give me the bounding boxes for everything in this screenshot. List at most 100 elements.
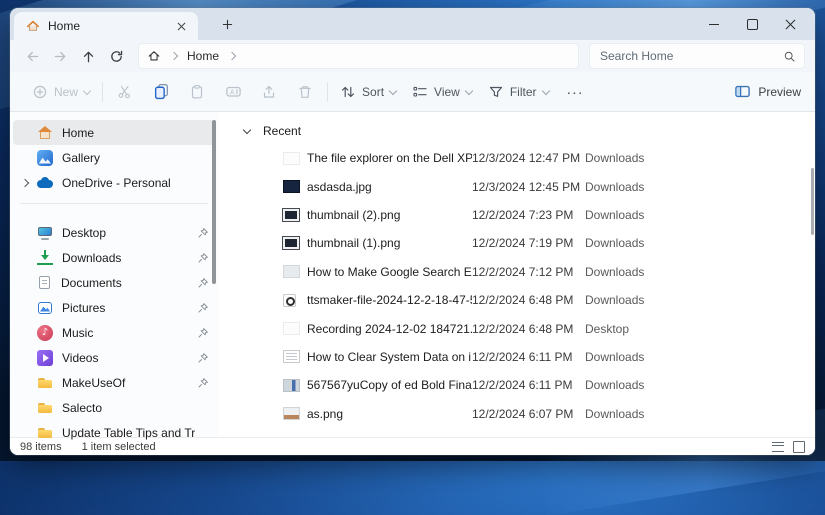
copy-button[interactable] bbox=[143, 77, 179, 107]
sort-button[interactable]: Sort bbox=[332, 77, 404, 107]
file-location[interactable]: Downloads bbox=[585, 265, 815, 279]
file-row[interactable]: thumbnail (1).png 12/2/2024 7:19 PM Down… bbox=[218, 229, 815, 257]
videos-icon bbox=[37, 350, 53, 366]
file-name[interactable]: thumbnail (1).png bbox=[307, 236, 472, 250]
sidebar-divider bbox=[20, 203, 208, 204]
rename-button[interactable]: A bbox=[215, 77, 251, 107]
recent-group-header[interactable]: Recent bbox=[218, 112, 815, 140]
maximize-button[interactable] bbox=[733, 10, 771, 38]
search-icon[interactable] bbox=[783, 50, 796, 63]
sidebar-item-home[interactable]: Home bbox=[13, 120, 215, 145]
more-options-button[interactable]: ··· bbox=[557, 84, 594, 100]
file-name[interactable]: The file explorer on the Dell XPS 1... bbox=[307, 151, 472, 165]
file-name[interactable]: ttsmaker-file-2024-12-2-18-47-55... bbox=[307, 293, 472, 307]
details-view-icon[interactable] bbox=[772, 442, 784, 452]
minimize-button[interactable] bbox=[695, 10, 733, 38]
file-location[interactable]: Downloads bbox=[585, 350, 815, 364]
file-row[interactable]: Recording 2024-12-02 184721.mp4 12/2/202… bbox=[218, 314, 815, 342]
cut-button[interactable] bbox=[107, 77, 143, 107]
sidebar-item-videos[interactable]: Videos bbox=[13, 345, 215, 370]
tab-close-icon[interactable] bbox=[172, 17, 190, 35]
tab-home[interactable]: Home bbox=[14, 12, 198, 40]
up-button[interactable] bbox=[74, 43, 102, 69]
file-row[interactable]: thumbnail (2).png 12/2/2024 7:23 PM Down… bbox=[218, 201, 815, 229]
file-name[interactable]: 567567yuCopy of ed Bold Financ... bbox=[307, 378, 472, 392]
breadcrumb-chevron-icon[interactable] bbox=[228, 52, 236, 60]
file-date: 12/2/2024 7:12 PM bbox=[472, 265, 585, 279]
sidebar-item-onedrive-personal[interactable]: OneDrive - Personal bbox=[13, 170, 215, 195]
sidebar-item-makeuseof[interactable]: MakeUseOf bbox=[13, 370, 215, 395]
preview-panel-icon bbox=[734, 83, 751, 100]
file-name[interactable]: thumbnail (2).png bbox=[307, 208, 472, 222]
large-icons-view-icon[interactable] bbox=[793, 441, 805, 453]
expand-chevron-icon[interactable] bbox=[13, 180, 37, 186]
sidebar-item-pictures[interactable]: Pictures bbox=[13, 295, 215, 320]
collapse-chevron-icon[interactable] bbox=[243, 126, 251, 134]
view-button[interactable]: View bbox=[404, 77, 480, 107]
address-bar[interactable]: Home bbox=[138, 43, 579, 69]
file-location[interactable]: Downloads bbox=[585, 151, 815, 165]
back-button[interactable] bbox=[18, 43, 46, 69]
file-date: 12/2/2024 6:11 PM bbox=[472, 350, 585, 364]
file-row[interactable]: How to Clear System Data on iPh... 12/2/… bbox=[218, 343, 815, 371]
refresh-button[interactable] bbox=[102, 43, 130, 69]
file-location[interactable]: Downloads bbox=[585, 378, 815, 392]
command-toolbar: New A bbox=[10, 72, 815, 112]
gallery-icon bbox=[37, 150, 53, 166]
sidebar-item-label: OneDrive - Personal bbox=[62, 176, 195, 190]
sidebar-item-update-table-tips-and-tricks-in-wor[interactable]: Update Table Tips and Tricks in Wor bbox=[13, 420, 215, 445]
share-button[interactable] bbox=[251, 77, 287, 107]
new-tab-button[interactable] bbox=[214, 11, 240, 37]
forward-button[interactable] bbox=[46, 43, 74, 69]
paste-button[interactable] bbox=[179, 77, 215, 107]
sidebar-item-gallery[interactable]: Gallery bbox=[13, 145, 215, 170]
sidebar-item-downloads[interactable]: Downloads bbox=[13, 245, 215, 270]
delete-button[interactable] bbox=[287, 77, 323, 107]
file-location[interactable]: Downloads bbox=[585, 180, 815, 194]
sidebar-item-music[interactable]: Music bbox=[13, 320, 215, 345]
sidebar-item-label: MakeUseOf bbox=[62, 376, 195, 390]
file-date: 12/2/2024 6:07 PM bbox=[472, 407, 585, 421]
search-input[interactable] bbox=[598, 48, 783, 64]
file-location[interactable]: Downloads bbox=[585, 407, 815, 421]
breadcrumb-home-icon[interactable] bbox=[147, 49, 161, 63]
search-box[interactable] bbox=[589, 43, 805, 69]
file-location[interactable]: Downloads bbox=[585, 293, 815, 307]
chevron-down-icon bbox=[83, 86, 91, 94]
filter-button[interactable]: Filter bbox=[480, 77, 557, 107]
more-icon: ··· bbox=[567, 84, 584, 100]
sidebar-scrollbar[interactable] bbox=[212, 120, 216, 284]
file-name[interactable]: How to Make Google Search Engi... bbox=[307, 265, 472, 279]
file-location[interactable]: Downloads bbox=[585, 236, 815, 250]
file-name[interactable]: as.png bbox=[307, 407, 472, 421]
sidebar-item-label: Salecto bbox=[62, 401, 195, 415]
file-date: 12/2/2024 7:19 PM bbox=[472, 236, 585, 250]
sidebar-item-salecto[interactable]: Salecto bbox=[13, 395, 215, 420]
file-location[interactable]: Desktop bbox=[585, 322, 815, 336]
file-row[interactable]: The file explorer on the Dell XPS 1... 1… bbox=[218, 144, 815, 172]
file-row[interactable]: 567567yuCopy of ed Bold Financ... 12/2/2… bbox=[218, 371, 815, 399]
preview-button[interactable]: Preview bbox=[734, 83, 801, 100]
new-button[interactable]: New bbox=[24, 77, 98, 107]
sidebar-item-documents[interactable]: Documents bbox=[13, 270, 215, 295]
file-name[interactable]: Recording 2024-12-02 184721.mp4 bbox=[307, 322, 472, 336]
file-thumbnail bbox=[283, 379, 300, 392]
breadcrumb-root[interactable]: Home bbox=[187, 49, 219, 63]
sidebar-item-label: Videos bbox=[62, 351, 195, 365]
titlebar[interactable]: Home bbox=[10, 8, 815, 40]
close-button[interactable] bbox=[771, 10, 809, 38]
file-name[interactable]: How to Clear System Data on iPh... bbox=[307, 350, 472, 364]
file-name[interactable]: asdasda.jpg bbox=[307, 180, 472, 194]
file-row[interactable]: as.png 12/2/2024 6:07 PM Downloads bbox=[218, 400, 815, 428]
file-date: 12/3/2024 12:45 PM bbox=[472, 180, 585, 194]
sidebar-item-desktop[interactable]: Desktop bbox=[13, 220, 215, 245]
file-thumbnail bbox=[283, 180, 300, 193]
group-label: Recent bbox=[263, 124, 301, 138]
file-list-scrollbar[interactable] bbox=[811, 168, 814, 235]
file-location[interactable]: Downloads bbox=[585, 208, 815, 222]
file-row[interactable]: asdasda.jpg 12/3/2024 12:45 PM Downloads bbox=[218, 172, 815, 200]
file-row[interactable]: How to Make Google Search Engi... 12/2/2… bbox=[218, 258, 815, 286]
onedrive-icon bbox=[37, 175, 53, 191]
view-icon bbox=[412, 84, 428, 100]
file-row[interactable]: ttsmaker-file-2024-12-2-18-47-55... 12/2… bbox=[218, 286, 815, 314]
